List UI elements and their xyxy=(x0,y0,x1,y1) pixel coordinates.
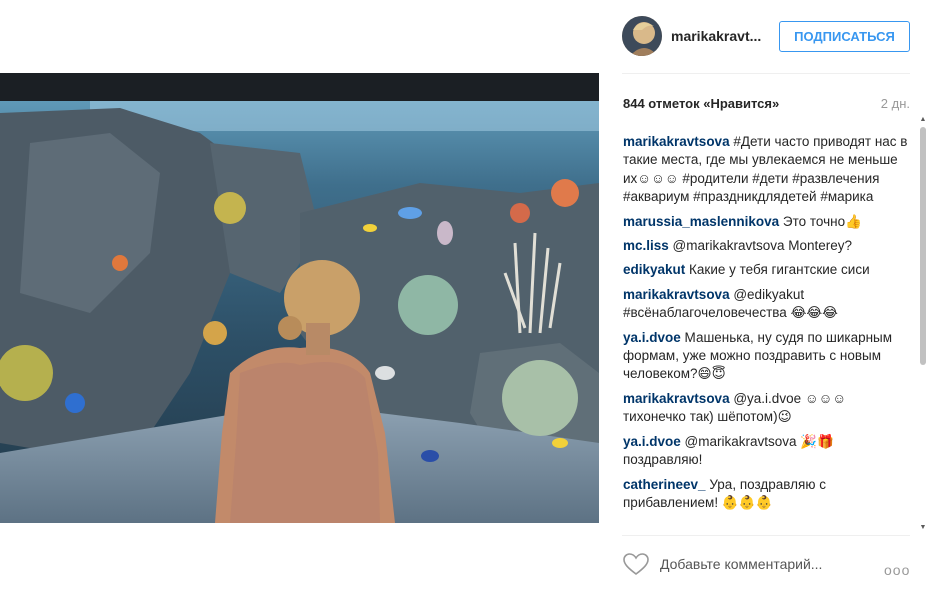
comment-username[interactable]: marikakravtsova xyxy=(623,287,730,302)
comment-username[interactable]: mc.liss xyxy=(623,238,669,253)
post-photo[interactable] xyxy=(0,73,599,523)
comments-list: marikakravtsova #Дети часто приводят нас… xyxy=(623,133,908,528)
more-options-icon[interactable]: ооо xyxy=(884,562,910,578)
comment-username[interactable]: marussia_maslennikova xyxy=(623,214,779,229)
post-author-username[interactable]: marikakravt... xyxy=(671,28,761,44)
scroll-up-icon[interactable]: ▲ xyxy=(917,113,929,125)
comment-username[interactable]: marikakravtsova xyxy=(623,134,730,149)
comments-scrollbar[interactable]: ▲ ▼ xyxy=(917,113,929,533)
scroll-down-icon[interactable]: ▼ xyxy=(917,521,929,533)
comment-username[interactable]: ya.i.dvoe xyxy=(623,330,681,345)
comment-text: @marikakravtsova Monterey? xyxy=(672,238,853,254)
comment-username[interactable]: ya.i.dvoe xyxy=(623,434,681,449)
follow-button[interactable]: ПОДПИСАТЬСЯ xyxy=(779,21,910,52)
divider xyxy=(622,535,910,536)
comment: marikakravtsova #Дети часто приводят нас… xyxy=(623,133,908,207)
comment-text: Это точно👍 xyxy=(782,213,862,229)
comment: edikyakut Какие у тебя гигантские сиси xyxy=(623,261,908,279)
comment: ya.i.dvoe @marikakravtsova 🎉🎁 поздравляю… xyxy=(623,433,908,470)
divider xyxy=(622,73,910,74)
comment: marikakravtsova @ya.i.dvoe ☺☺☺ тихонечко… xyxy=(623,390,908,427)
add-comment-input[interactable] xyxy=(660,556,860,572)
like-heart-icon[interactable] xyxy=(622,552,650,576)
comment-username[interactable]: edikyakut xyxy=(623,262,685,277)
likes-count[interactable]: 844 отметок «Нравится» xyxy=(623,96,779,111)
post-timestamp: 2 дн. xyxy=(880,96,910,111)
comment-username[interactable]: catherineev_ xyxy=(623,477,706,492)
comment: catherineev_ Ура, поздравляю с прибавлен… xyxy=(623,476,908,513)
comment-text: Какие у тебя гигантские сиси xyxy=(689,262,870,278)
scrollbar-thumb[interactable] xyxy=(920,127,926,365)
comment: marikakravtsova @edikyakut #всёнаблагоче… xyxy=(623,286,908,323)
comment: ya.i.dvoe Машенька, ну судя по шикарным … xyxy=(623,329,908,384)
avatar[interactable] xyxy=(622,16,662,56)
avatar-image xyxy=(622,16,662,56)
aquarium-photo xyxy=(0,73,599,523)
comment-username[interactable]: marikakravtsova xyxy=(623,391,730,406)
comment: mc.liss @marikakravtsova Monterey? xyxy=(623,237,908,255)
comment: marussia_maslennikova Это точно👍 xyxy=(623,213,908,231)
